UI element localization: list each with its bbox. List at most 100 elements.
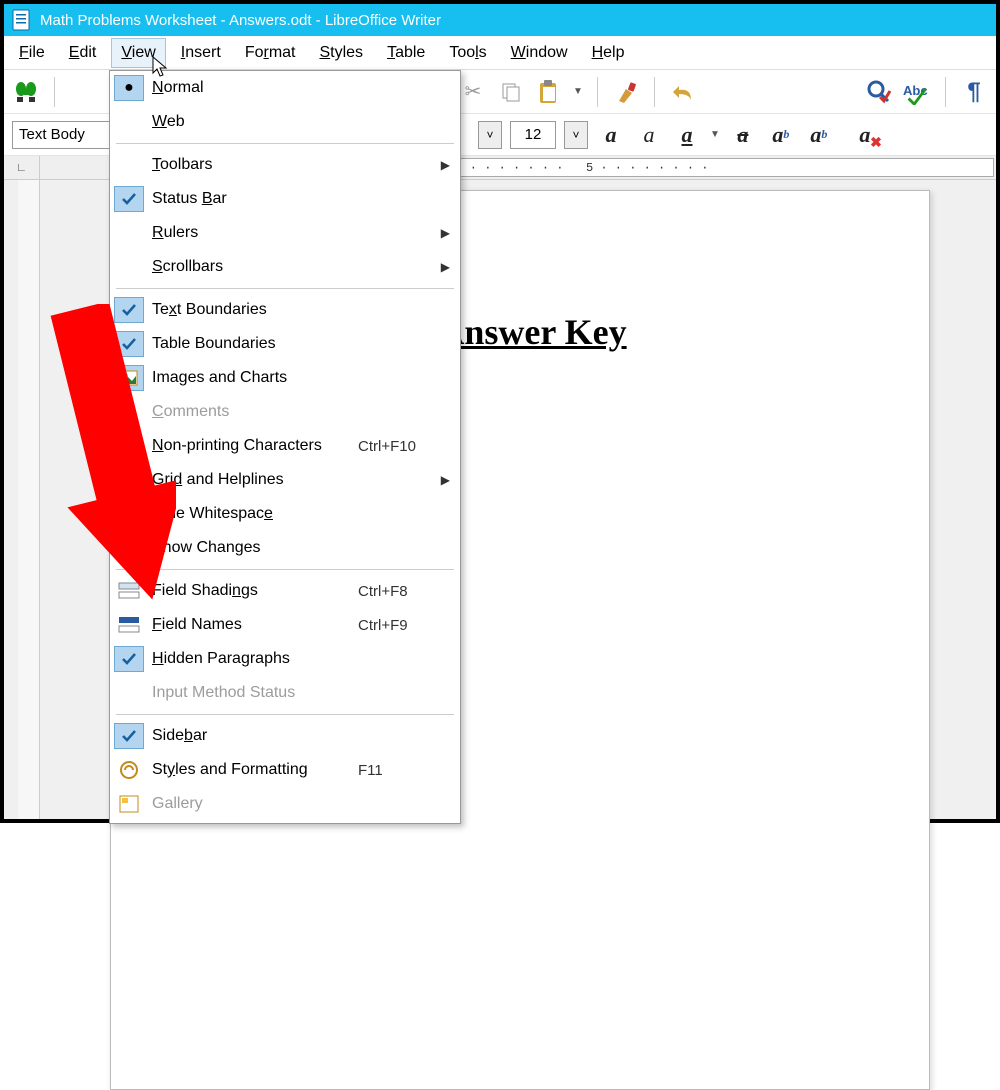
font-name-dropdown[interactable]: ˅ xyxy=(478,121,502,149)
menu-item-label: Normal xyxy=(152,79,350,97)
ruler-tick: 5 · · · · · · · · xyxy=(586,161,708,175)
menu-item-label: Images and Charts xyxy=(152,369,350,387)
menu-styles[interactable]: Styles xyxy=(310,39,372,67)
menu-item-label: Scrollbars xyxy=(152,258,350,276)
menu-item-shortcut: Ctrl+F8 xyxy=(358,583,428,600)
strikethrough-icon[interactable]: a xyxy=(728,120,758,150)
submenu-arrow-icon: ▶ xyxy=(436,158,450,172)
paste-dropdown-icon[interactable]: ▼ xyxy=(573,86,583,97)
blank-icon xyxy=(114,501,144,527)
menu-tools[interactable]: Tools xyxy=(440,39,495,67)
menu-insert[interactable]: Insert xyxy=(172,39,230,67)
menu-format[interactable]: Format xyxy=(236,39,305,67)
field-name-icon xyxy=(114,612,144,638)
menu-item-field-names[interactable]: Field NamesCtrl+F9 xyxy=(110,608,460,642)
menu-item-hide-whitespace[interactable]: Hide Whitespace xyxy=(110,497,460,531)
menu-item-comments: Comments xyxy=(110,395,460,429)
copy-icon[interactable] xyxy=(497,78,525,106)
blank-icon xyxy=(114,535,144,561)
underline-dropdown-icon[interactable]: ▼ xyxy=(710,129,720,140)
menu-item-label: Text Boundaries xyxy=(152,301,350,319)
menu-item-rulers[interactable]: Rulers▶ xyxy=(110,216,460,250)
menu-item-non-printing-characters[interactable]: ¶Non-printing CharactersCtrl+F10 xyxy=(110,429,460,463)
blank-icon xyxy=(114,467,144,493)
menu-separator xyxy=(116,714,454,715)
menu-item-label: Styles and Formatting xyxy=(152,761,350,779)
vertical-ruler[interactable] xyxy=(18,180,40,819)
paste-icon[interactable] xyxy=(535,78,563,106)
check-icon xyxy=(114,646,144,672)
check-icon xyxy=(114,186,144,212)
menu-edit[interactable]: Edit xyxy=(60,39,106,67)
menu-item-label: Web xyxy=(152,113,350,131)
blank-icon xyxy=(114,254,144,280)
menu-item-label: Hidden Paragraphs xyxy=(152,650,350,668)
menu-item-shortcut: F11 xyxy=(358,762,428,779)
menu-item-grid-and-helplines[interactable]: Grid and Helplines▶ xyxy=(110,463,460,497)
menu-item-field-shadings[interactable]: Field ShadingsCtrl+F8 xyxy=(110,574,460,608)
window-title: Math Problems Worksheet - Answers.odt - … xyxy=(40,12,441,29)
subscript-icon[interactable]: ab xyxy=(804,120,834,150)
menu-item-hidden-paragraphs[interactable]: Hidden Paragraphs xyxy=(110,642,460,676)
bold-icon[interactable]: a xyxy=(596,120,626,150)
italic-icon[interactable]: a xyxy=(634,120,664,150)
menu-item-label: Table Boundaries xyxy=(152,335,350,353)
ruler-corner: ∟ xyxy=(4,156,40,179)
menu-item-text-boundaries[interactable]: Text Boundaries xyxy=(110,293,460,327)
styles-icon xyxy=(114,757,144,783)
image-icon xyxy=(114,365,144,391)
menu-item-gallery: Gallery xyxy=(110,787,460,821)
blank-icon xyxy=(114,399,144,425)
spellcheck-icon[interactable]: Abc xyxy=(903,78,931,106)
menu-item-status-bar[interactable]: Status Bar xyxy=(110,182,460,216)
title-bar: Math Problems Worksheet - Answers.odt - … xyxy=(4,4,996,36)
cut-icon[interactable]: ✂ xyxy=(459,78,487,106)
gallery-icon xyxy=(114,791,144,817)
menu-item-input-method-status: Input Method Status xyxy=(110,676,460,710)
menu-item-toolbars[interactable]: Toolbars ▶ xyxy=(110,148,460,182)
menu-item-sidebar[interactable]: Sidebar xyxy=(110,719,460,753)
view-menu-dropdown: ●NormalWebToolbars▶Status BarRulers▶Scro… xyxy=(109,70,461,824)
menu-window[interactable]: Window xyxy=(502,39,577,67)
check-icon xyxy=(114,331,144,357)
menu-item-scrollbars[interactable]: Scrollbars ▶ xyxy=(110,250,460,284)
menu-item-shortcut: Ctrl+F10 xyxy=(358,438,428,455)
menu-separator xyxy=(116,288,454,289)
submenu-arrow-icon: ▶ xyxy=(436,260,450,274)
spellcheck-auto-icon[interactable] xyxy=(865,78,893,106)
clear-formatting-icon[interactable]: a✖ xyxy=(850,120,880,150)
menu-item-show-changes[interactable]: Show Changes xyxy=(110,531,460,565)
menu-item-label: Input Method Status xyxy=(152,684,350,702)
menu-item-normal[interactable]: ● Normal xyxy=(110,71,460,105)
blank-icon xyxy=(114,680,144,706)
menu-item-images-and-charts[interactable]: Images and Charts xyxy=(110,361,460,395)
menu-help[interactable]: Help xyxy=(583,39,634,67)
menu-table[interactable]: Table xyxy=(378,39,434,67)
menu-item-label: Rulers xyxy=(152,224,350,242)
paragraph-style-combo[interactable]: Text Body xyxy=(12,121,112,149)
pilcrow-icon[interactable]: ¶ xyxy=(960,78,988,106)
format-paintbrush-icon[interactable] xyxy=(612,78,640,106)
menu-item-label: Hide Whitespace xyxy=(152,505,350,523)
menu-item-label: Gallery xyxy=(152,795,350,813)
menu-item-styles-and-formatting[interactable]: Styles and Formatting F11 xyxy=(110,753,460,787)
menu-item-label: Toolbars xyxy=(152,156,350,174)
superscript-icon[interactable]: ab xyxy=(766,120,796,150)
find-replace-icon[interactable] xyxy=(12,78,40,106)
font-size-combo[interactable]: 12 xyxy=(510,121,556,149)
underline-icon[interactable]: a xyxy=(672,120,702,150)
radio-icon: ● xyxy=(114,75,144,101)
font-size-value: 12 xyxy=(525,126,542,143)
menu-item-web[interactable]: Web xyxy=(110,105,460,139)
menu-item-label: Status Bar xyxy=(152,190,350,208)
document-icon xyxy=(12,9,30,31)
menu-item-table-boundaries[interactable]: Table Boundaries xyxy=(110,327,460,361)
field-shading-icon xyxy=(114,578,144,604)
font-size-dropdown[interactable]: ˅ xyxy=(564,121,588,149)
undo-icon[interactable] xyxy=(669,78,697,106)
blank-icon xyxy=(114,152,144,178)
menu-view[interactable]: View xyxy=(111,38,165,68)
toolbar-separator xyxy=(654,77,655,107)
check-icon xyxy=(114,723,144,749)
menu-file[interactable]: File xyxy=(10,39,54,67)
